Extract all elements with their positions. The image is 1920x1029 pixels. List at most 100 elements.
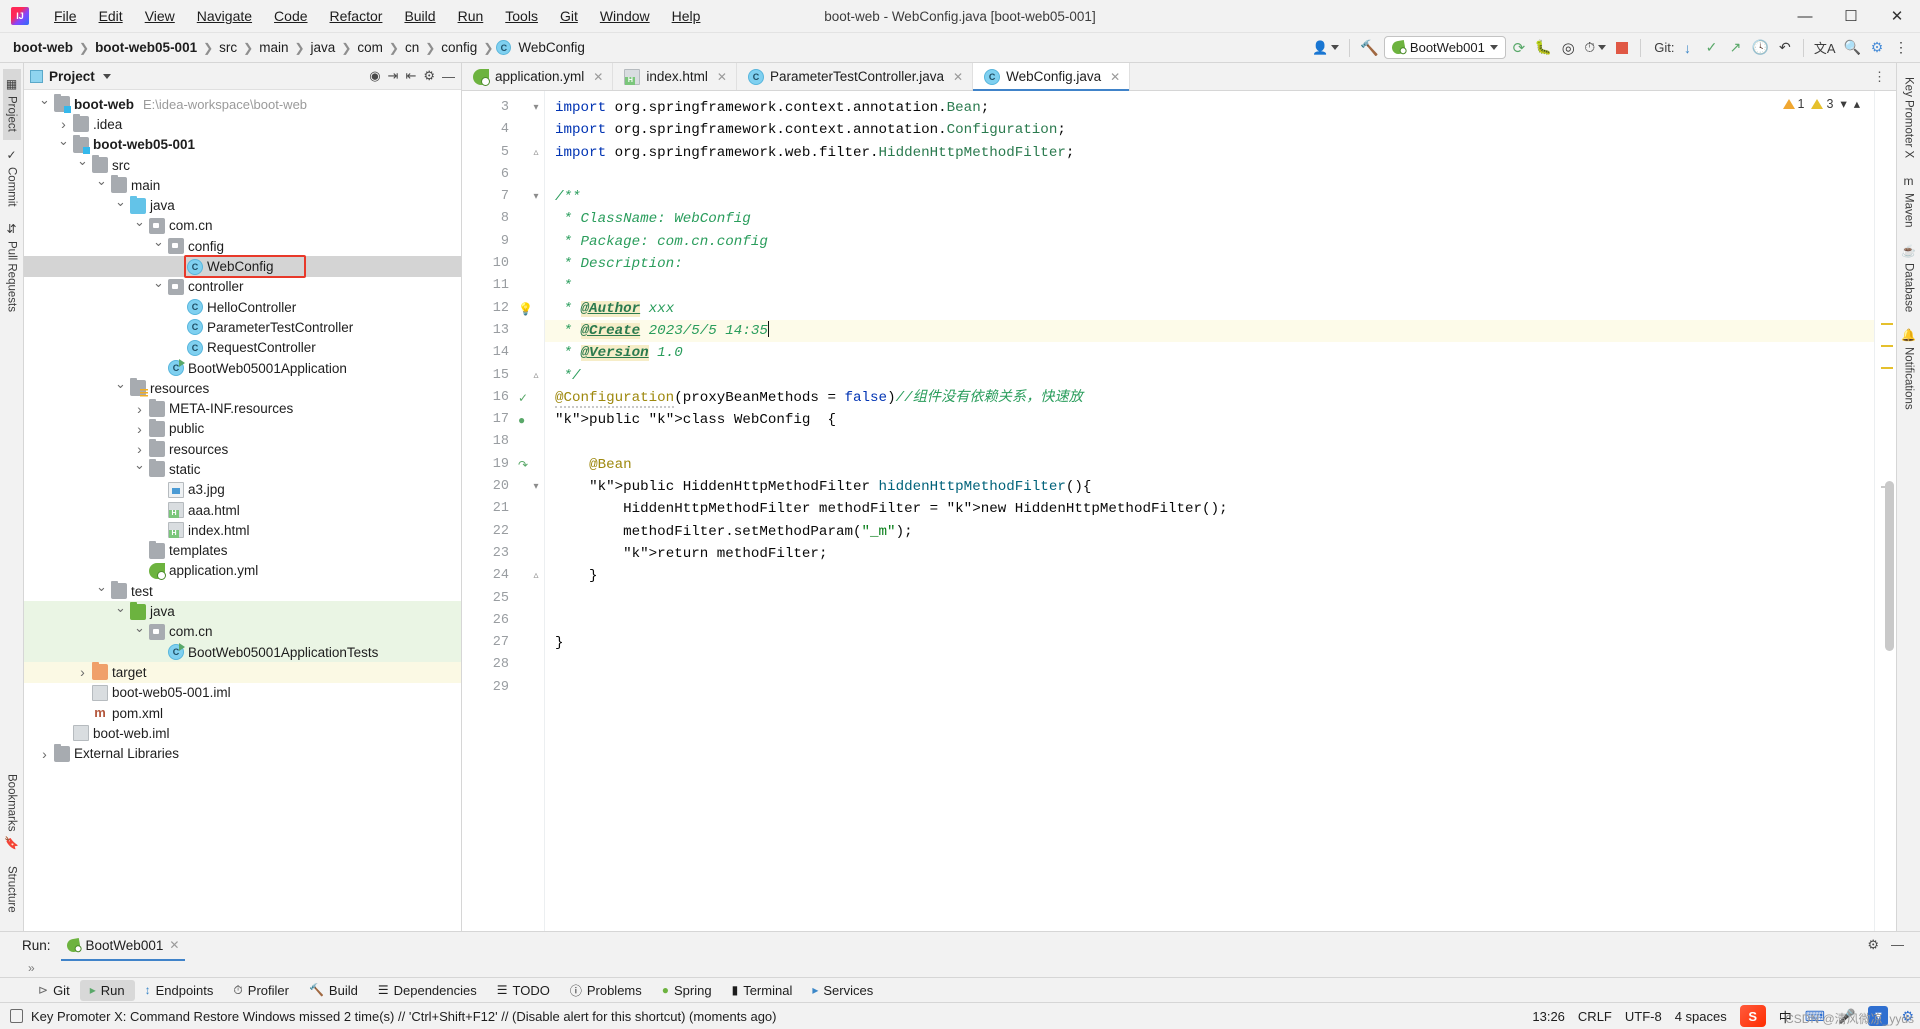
menu-file[interactable]: File (43, 4, 88, 28)
tree-node-hellocontroller[interactable]: HelloController (24, 297, 461, 317)
bottom-tab-spring[interactable]: ● Spring (652, 980, 722, 1001)
tree-node-java[interactable]: java (24, 601, 461, 622)
tree-node-pom-xml[interactable]: pom.xml (24, 703, 461, 723)
breadcrumb-item-4[interactable]: java (308, 39, 339, 56)
bean-navigate-gutter-icon[interactable]: ↷ (518, 458, 528, 472)
search-everywhere-icon[interactable]: 🔍 (1841, 37, 1864, 59)
tree-node-index-html[interactable]: index.html (24, 520, 461, 540)
code-line[interactable]: import org.springframework.context.annot… (545, 119, 1874, 141)
tree-node-resources[interactable]: resources (24, 439, 461, 459)
tree-node-main[interactable]: main (24, 175, 461, 195)
stop-icon[interactable] (1611, 37, 1633, 59)
close-icon[interactable]: ✕ (1110, 70, 1120, 84)
tree-node-boot-web-iml[interactable]: boot-web.iml (24, 723, 461, 743)
marker-weak-warning[interactable] (1881, 323, 1893, 325)
close-icon[interactable]: ✕ (717, 70, 727, 84)
bottom-tab-run[interactable]: ▸ Run (79, 979, 135, 1001)
sidebar-item-commit[interactable]: ✓ Commit (3, 140, 21, 215)
code-line[interactable]: methodFilter.setMethodParam("_m"); (545, 521, 1874, 543)
sidebar-item-structure[interactable]: Structure (2, 858, 20, 921)
sidebar-item-key-promoter-x[interactable]: Key Promoter X (1900, 69, 1918, 166)
chevron-down-icon[interactable] (133, 218, 146, 234)
line-separator[interactable]: CRLF (1578, 1009, 1612, 1024)
tree-node-external-libraries[interactable]: External Libraries (24, 743, 461, 764)
collapse-all-icon[interactable]: ⇤ (405, 68, 416, 84)
tree-node-static[interactable]: static (24, 459, 461, 479)
history-icon[interactable]: 🕓 (1748, 37, 1771, 59)
sidebar-item-maven[interactable]: m Maven (1900, 166, 1918, 236)
run-tab-bootweb001[interactable]: BootWeb001 ✕ (60, 935, 186, 961)
close-icon[interactable]: ✕ (169, 938, 179, 952)
bottom-tab-services[interactable]: ▸ Services (802, 980, 883, 1001)
tree-node-boot-web05-001[interactable]: boot-web05-001 (24, 134, 461, 155)
caret-position[interactable]: 13:26 (1532, 1009, 1565, 1024)
code-line[interactable]: * Description: (545, 253, 1874, 275)
chevron-down-icon[interactable] (152, 279, 165, 295)
breadcrumb-item-6[interactable]: cn (402, 39, 422, 56)
fold-expand-icon[interactable]: ▾ (531, 103, 541, 113)
chevron-down-icon[interactable] (57, 137, 70, 153)
tree-node-application-yml[interactable]: application.yml (24, 561, 461, 581)
code-line[interactable] (545, 654, 1874, 676)
bottom-tab-profiler[interactable]: ⏱ Profiler (223, 980, 299, 1001)
code-line[interactable]: @Bean (545, 454, 1874, 476)
gutter-marker[interactable]: ▾ (518, 186, 544, 208)
bottom-tab-todo[interactable]: ☰ TODO (487, 980, 560, 1001)
sidebar-item-pull-requests[interactable]: ⇵ Pull Requests (3, 214, 21, 320)
close-button[interactable]: ✕ (1874, 0, 1920, 33)
tree-node-boot-web[interactable]: boot-web E:\idea-workspace\boot-web (24, 94, 461, 114)
sidebar-item-database[interactable]: ☕ Database (1898, 236, 1919, 320)
breadcrumb-item-3[interactable]: main (256, 39, 291, 56)
tree-node-webconfig[interactable]: WebConfig (24, 256, 461, 277)
tree-node-src[interactable]: src (24, 155, 461, 175)
code-line[interactable] (545, 677, 1874, 699)
tab-web-config[interactable]: WebConfig.java ✕ (973, 63, 1131, 91)
bottom-tab-build[interactable]: 🔨 Build (299, 980, 368, 1001)
code-line[interactable]: * @Create 2023/5/5 14:35 (545, 319, 1874, 343)
breadcrumb-item-8[interactable]: WebConfig (515, 39, 588, 56)
tree-node-java[interactable]: java (24, 195, 461, 215)
rollback-icon[interactable]: ↶ (1774, 37, 1796, 59)
breadcrumb-item-7[interactable]: config (438, 39, 480, 56)
tree-node-meta-inf-resources[interactable]: META-INF.resources (24, 398, 461, 418)
chevron-down-icon[interactable] (38, 96, 51, 112)
chevron-down-icon[interactable] (76, 157, 89, 173)
close-icon[interactable]: ✕ (953, 70, 963, 84)
tree-node-boot-web05-001-iml[interactable]: boot-web05-001.iml (24, 683, 461, 703)
more-options-icon[interactable]: ⋮ (1890, 37, 1912, 59)
translate-icon[interactable]: 文A (1811, 37, 1839, 59)
gutter-marker[interactable]: ▵ (518, 365, 544, 387)
code-line[interactable]: * ClassName: WebConfig (545, 208, 1874, 230)
breadcrumb-item-2[interactable]: src (216, 39, 240, 56)
run-configuration-selector[interactable]: BootWeb001 (1383, 36, 1506, 59)
tab-index-html[interactable]: index.html ✕ (613, 63, 737, 90)
gutter-marker[interactable]: ✓ (518, 387, 544, 409)
fold-expand-icon[interactable]: ▾ (531, 482, 541, 492)
select-opened-file-icon[interactable]: ◉ (369, 68, 380, 84)
code-line[interactable]: "k">public "k">class WebConfig { (545, 409, 1874, 431)
chevron-down-icon[interactable] (152, 238, 165, 254)
chevron-down-icon[interactable] (95, 583, 108, 599)
gutter-marker[interactable]: ● (518, 409, 544, 431)
tree-node-resources[interactable]: resources (24, 378, 461, 398)
commit-icon[interactable]: ✓ (1700, 37, 1722, 59)
chevron-down-icon[interactable] (114, 604, 127, 620)
bottom-tab-endpoints[interactable]: ↕ Endpoints (135, 980, 224, 1001)
chevron-right-icon[interactable] (133, 401, 146, 417)
fold-collapse-icon[interactable]: ▵ (531, 147, 541, 158)
chevron-down-icon[interactable] (133, 624, 146, 640)
menu-code[interactable]: Code (263, 4, 318, 28)
chevron-down-icon[interactable] (95, 177, 108, 193)
tree-node-aaa-html[interactable]: aaa.html (24, 500, 461, 520)
tree-node-requestcontroller[interactable]: RequestController (24, 338, 461, 358)
inspection-summary[interactable]: 1 3 ▾ ▴ (1782, 96, 1860, 111)
menu-run[interactable]: Run (447, 4, 495, 28)
code-line[interactable]: import org.springframework.context.annot… (545, 97, 1874, 119)
code-line[interactable]: } (545, 565, 1874, 587)
code-line[interactable]: "k">return methodFilter; (545, 543, 1874, 565)
chevron-down-icon[interactable] (114, 198, 127, 214)
settings-icon[interactable]: ⚙ (1866, 37, 1888, 59)
tree-node-bootweb05001applicationtests[interactable]: BootWeb05001ApplicationTests (24, 642, 461, 663)
menu-edit[interactable]: Edit (88, 4, 134, 28)
bottom-tab-terminal[interactable]: ▮ Terminal (722, 980, 803, 1001)
